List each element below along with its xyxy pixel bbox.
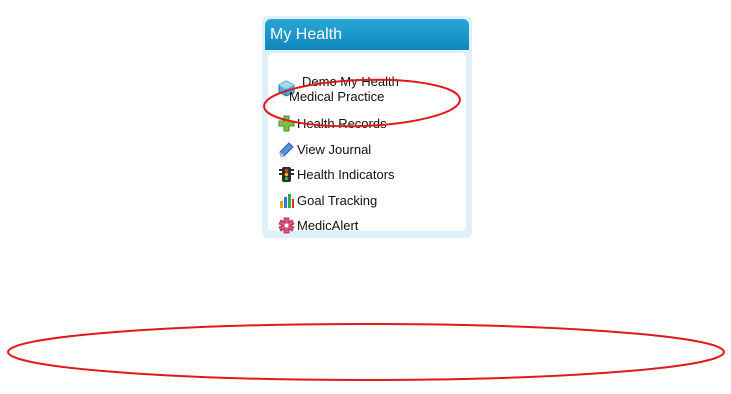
- annotation-ellipse-empty-area: [7, 323, 725, 381]
- my-health-widget: My Health Demo My Health Medical Practic…: [262, 16, 472, 238]
- widget-menu: Demo My Health Medical Practice Health R…: [268, 53, 466, 234]
- menu-item-label: Health Indicators: [297, 167, 395, 182]
- menu-item-label: MedicAlert: [297, 218, 359, 233]
- menu-item-label-line2: Medical Practice: [289, 89, 385, 104]
- widget-title: My Health: [265, 19, 469, 50]
- plus-cross-icon: [278, 115, 295, 132]
- pencil-icon: [278, 141, 295, 158]
- menu-item-label: Health Records: [297, 116, 387, 131]
- menu-item-label: View Journal: [297, 142, 372, 157]
- bar-chart-icon: [278, 192, 295, 209]
- menu-item-label: Goal Tracking: [297, 193, 378, 208]
- menu-item-label-line1: Demo My Health: [302, 74, 399, 89]
- medicalert-icon: [278, 217, 295, 234]
- traffic-light-icon: [278, 166, 295, 183]
